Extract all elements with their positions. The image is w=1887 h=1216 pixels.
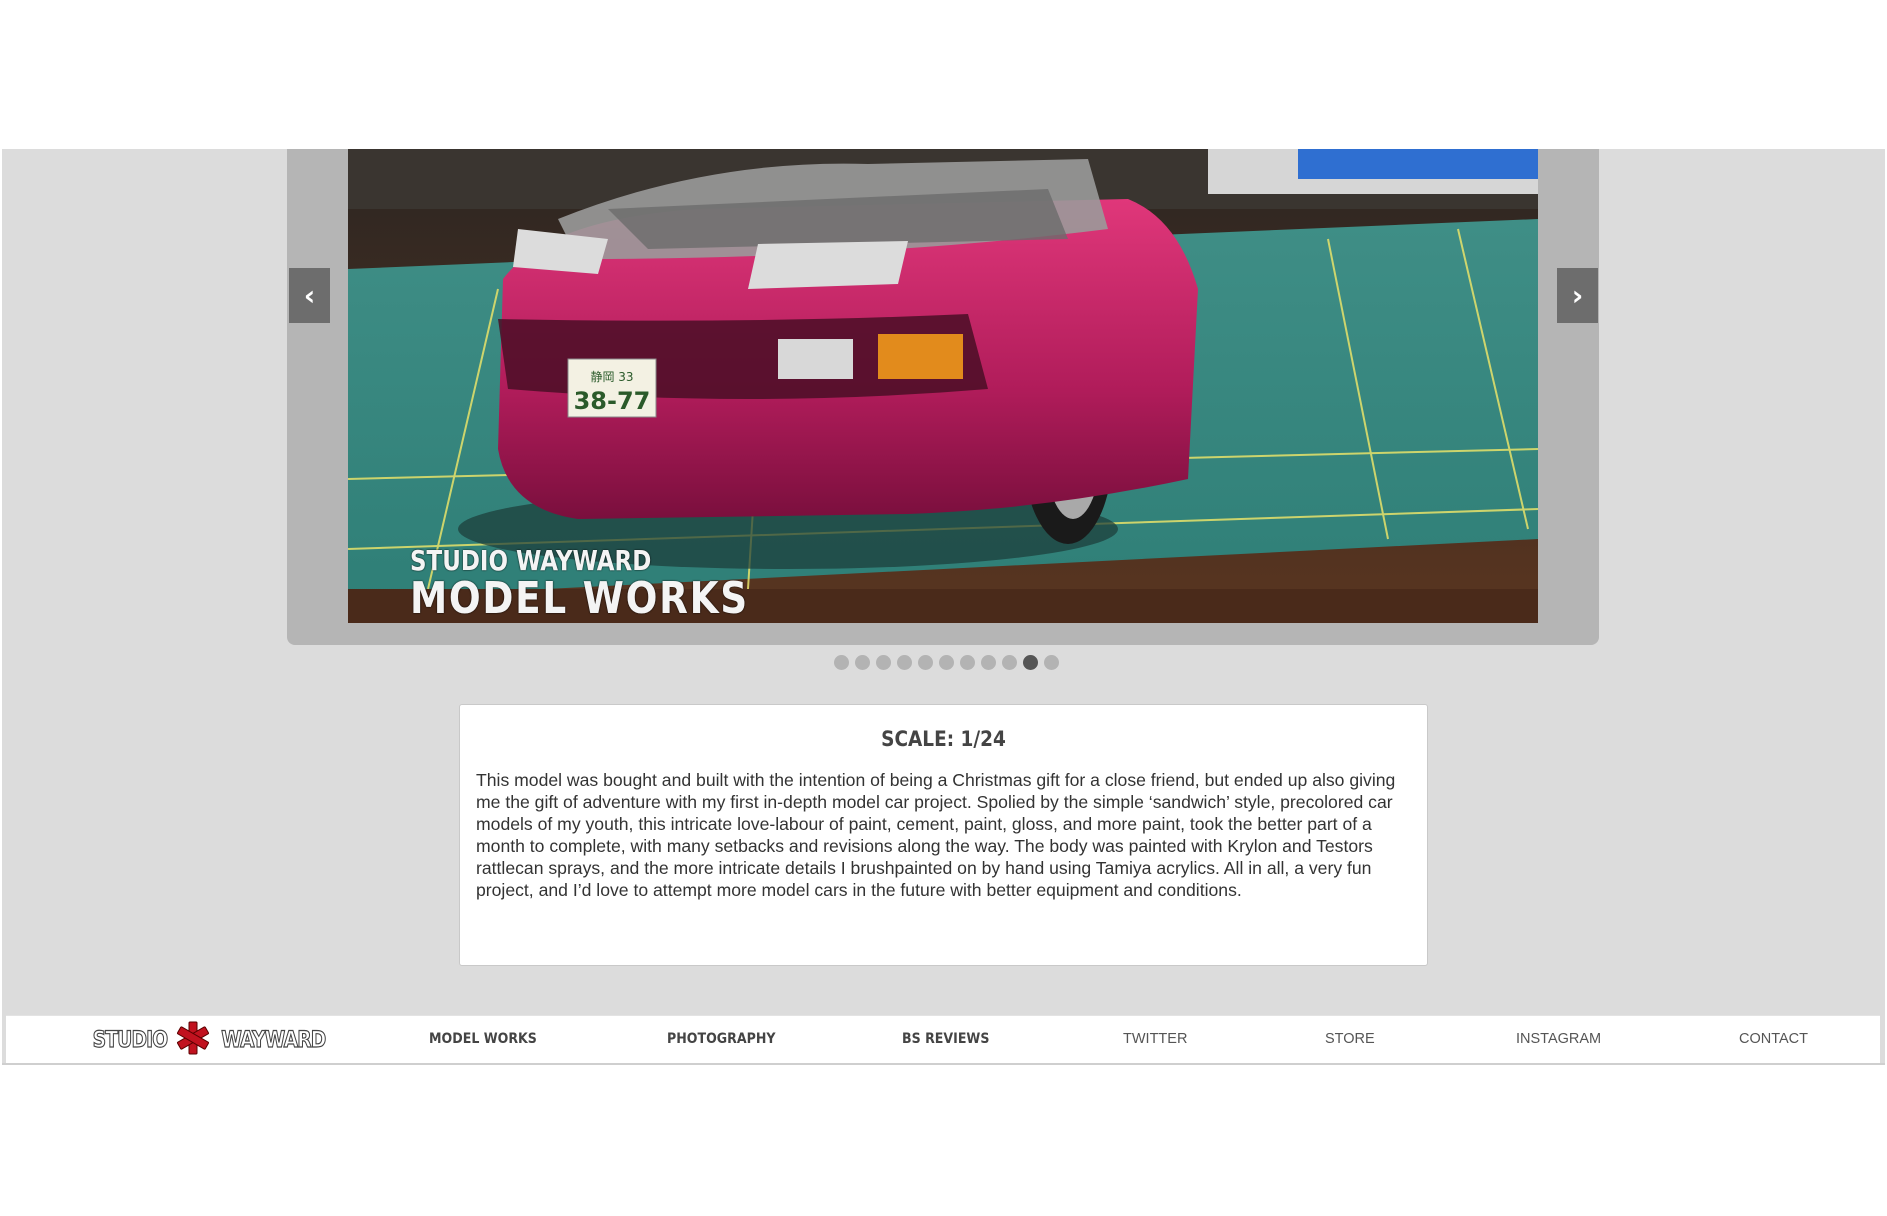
slide-caption-section: MODEL WORKS — [410, 573, 749, 623]
logo-asterisk-icon — [176, 1021, 210, 1060]
nav-contact[interactable]: CONTACT — [1739, 1016, 1808, 1062]
nav-instagram[interactable]: INSTAGRAM — [1516, 1016, 1601, 1062]
site-logo[interactable]: STUDIO WAYWARD — [86, 1020, 335, 1060]
svg-text:静岡 33: 静岡 33 — [590, 370, 633, 384]
image-slider: 静岡 33 38-77 STUDIO WAYWARD MODEL WORKS ‹… — [287, 149, 1599, 645]
slider-dot-6[interactable] — [939, 655, 954, 670]
slider-dot-8[interactable] — [981, 655, 996, 670]
slider-dot-9[interactable] — [1002, 655, 1017, 670]
nav-photography[interactable]: PHOTOGRAPHY — [667, 1016, 776, 1062]
slider-dot-5[interactable] — [918, 655, 933, 670]
logo-text-right: WAYWARD — [221, 1027, 327, 1053]
nav-twitter[interactable]: TWITTER — [1123, 1016, 1187, 1062]
slider-dot-1[interactable] — [834, 655, 849, 670]
description-card: SCALE: 1/24 This model was bought and bu… — [459, 704, 1428, 966]
slider-dot-10[interactable] — [1023, 655, 1038, 670]
page-frame: 静岡 33 38-77 STUDIO WAYWARD MODEL WORKS ‹… — [2, 149, 1885, 1065]
slider-dot-4[interactable] — [897, 655, 912, 670]
slider-dot-2[interactable] — [855, 655, 870, 670]
slider-dot-11[interactable] — [1044, 655, 1059, 670]
nav-store[interactable]: STORE — [1325, 1016, 1375, 1062]
slider-dot-7[interactable] — [960, 655, 975, 670]
nav-bs-reviews[interactable]: BS REVIEWS — [902, 1016, 989, 1062]
svg-text:38-77: 38-77 — [574, 387, 651, 415]
nav-model-works[interactable]: MODEL WORKS — [429, 1016, 537, 1062]
slide-caption: STUDIO WAYWARD MODEL WORKS — [410, 547, 809, 621]
slider-pagination — [2, 655, 1885, 670]
logo-text-left: STUDIO — [92, 1027, 169, 1053]
next-slide-button[interactable]: › — [1557, 268, 1598, 323]
prev-slide-button[interactable]: ‹ — [289, 268, 330, 323]
description-text: This model was bought and built with the… — [476, 770, 1396, 900]
slide-caption-brand: STUDIO WAYWARD — [410, 544, 652, 577]
slide-photo: 静岡 33 38-77 STUDIO WAYWARD MODEL WORKS — [348, 149, 1538, 623]
footer-nav: STUDIO WAYWARD MODEL WORKS PHOTOGRAPHY B… — [6, 1015, 1880, 1063]
scale-heading: SCALE: 1/24 — [881, 727, 1006, 751]
slider-dot-3[interactable] — [876, 655, 891, 670]
